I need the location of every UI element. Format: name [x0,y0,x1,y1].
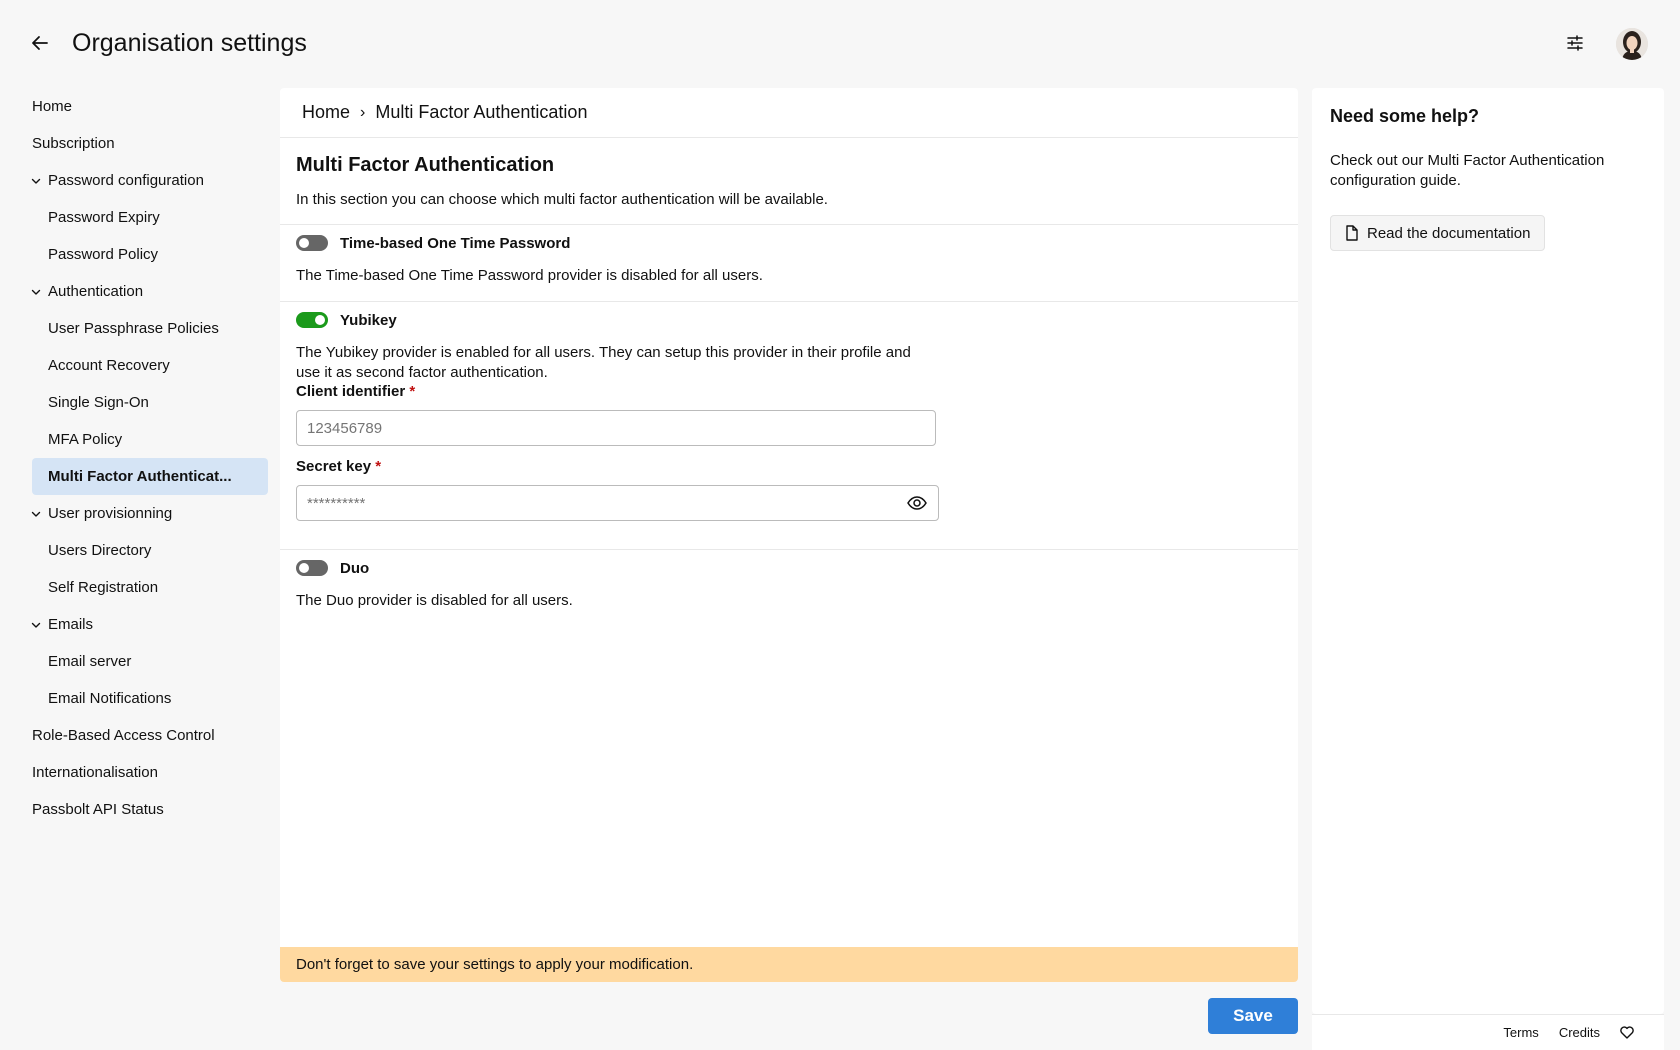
provider-description: The Time-based One Time Password provide… [296,267,763,284]
client-identifier-input[interactable] [296,410,936,446]
sidebar-item-single-sign-on[interactable]: Single Sign-On [24,384,268,421]
sidebar-item-label: Email Notifications [48,690,172,707]
credits-link[interactable]: Credits [1559,1025,1600,1040]
sidebar-item-label: Password configuration [48,172,204,189]
sidebar-item-label: Subscription [32,135,115,152]
page-title: Organisation settings [72,29,307,57]
client-identifier-label: Client identifier * [296,383,1282,400]
divider [280,549,1298,550]
avatar[interactable] [1616,28,1648,60]
sidebar-item-user-provisionning[interactable]: User provisionning [24,495,268,532]
heart-icon[interactable] [1620,1026,1634,1039]
chevron-down-icon[interactable] [31,509,41,519]
sidebar-item-label: Single Sign-On [48,394,149,411]
sidebar-item-password-expiry[interactable]: Password Expiry [24,199,268,236]
sidebar-item-email-server[interactable]: Email server [24,643,268,680]
secret-key-label-text: Secret key [296,458,372,475]
read-documentation-button[interactable]: Read the documentation [1330,215,1546,251]
breadcrumb-current[interactable]: Multi Factor Authentication [375,102,587,123]
sidebar-item-user-passphrase-policies[interactable]: User Passphrase Policies [24,310,268,347]
eye-icon[interactable] [907,494,927,512]
sidebar-item-emails[interactable]: Emails [24,606,268,643]
section-title: Multi Factor Authentication [296,154,555,176]
provider-name: Time-based One Time Password [340,234,571,252]
sidebar-item-label: Home [32,98,73,115]
sidebar-item-self-registration[interactable]: Self Registration [24,569,268,606]
chevron-down-icon[interactable] [31,176,41,186]
client-identifier-label-text: Client identifier [296,383,406,400]
read-documentation-label: Read the documentation [1367,224,1531,242]
top-bar: Organisation settings [0,0,1680,88]
chevron-down-icon[interactable] [31,620,41,630]
sidebar-item-label: Email server [48,653,132,670]
duo-toggle[interactable] [296,560,328,576]
sidebar-item-password-policy[interactable]: Password Policy [24,236,268,273]
sidebar-item-label: Multi Factor Authenticat... [48,468,232,485]
secret-key-field [296,485,939,521]
sidebar-item-label: Authentication [48,283,144,300]
sidebar-item-label: User provisionning [48,505,173,522]
sidebar-item-home[interactable]: Home [24,88,268,125]
sidebar-item-password-configuration[interactable]: Password configuration [24,162,268,199]
sidebar-item-subscription[interactable]: Subscription [24,125,268,162]
sidebar-item-internationalisation[interactable]: Internationalisation [24,754,268,791]
sidebar-item-label: User Passphrase Policies [48,320,219,337]
sidebar-item-passbolt-api-status[interactable]: Passbolt API Status [24,791,268,828]
terms-link[interactable]: Terms [1503,1025,1538,1040]
sidebar: Home Subscription Password configuration Pa… [24,88,268,828]
section-description: In this section you can choose which mul… [296,191,828,208]
sidebar-item-users-directory[interactable]: Users Directory [24,532,268,569]
provider-name: Duo [340,559,370,577]
sidebar-item-authentication[interactable]: Authentication [24,273,268,310]
sidebar-item-email-notifications[interactable]: Email Notifications [24,680,268,717]
sidebar-item-label: Internationalisation [32,764,158,781]
main-panel: Home › Multi Factor Authentication Multi… [280,88,1298,982]
user-avatar-icon [1616,28,1648,60]
breadcrumb-separator: › [360,103,366,121]
arrow-left-icon[interactable] [30,33,50,53]
sidebar-item-label: Role-Based Access Control [32,727,215,744]
breadcrumb: Home › Multi Factor Authentication [280,88,1298,138]
save-warning-banner: Don't forget to save your settings to ap… [280,947,1298,982]
sidebar-item-account-recovery[interactable]: Account Recovery [24,347,268,384]
sidebar-item-label: Self Registration [48,579,159,596]
divider [280,224,1298,225]
sidebar-item-label: Emails [48,616,94,633]
required-mark: * [375,458,382,475]
sidebar-item-role-based-access-control[interactable]: Role-Based Access Control [24,717,268,754]
footer: Terms Credits [1312,1014,1664,1050]
provider-yubikey: Yubikey The Yubikey provider is enabled … [280,311,1298,521]
save-button[interactable]: Save [1208,998,1298,1034]
secret-key-input[interactable] [296,485,939,521]
chevron-down-icon[interactable] [31,287,41,297]
sidebar-item-label: Password Expiry [48,209,160,226]
provider-description: The Duo provider is disabled for all use… [296,592,573,609]
sidebar-item-label: Passbolt API Status [32,801,164,818]
help-text: Check out our Multi Factor Authenticatio… [1330,152,1605,189]
help-panel: Need some help? Check out our Multi Fact… [1312,88,1664,1014]
provider-totp: Time-based One Time Password The Time-ba… [280,234,1298,286]
sliders-icon[interactable] [1565,33,1585,53]
help-title: Need some help? [1330,106,1480,126]
sidebar-item-label: Account Recovery [48,357,170,374]
sidebar-item-label: Password Policy [48,246,159,263]
yubikey-toggle[interactable] [296,312,328,328]
document-icon [1346,225,1358,241]
sidebar-item-label: MFA Policy [48,431,123,448]
provider-description: The Yubikey provider is enabled for all … [296,344,911,381]
sidebar-item-mfa-policy[interactable]: MFA Policy [24,421,268,458]
secret-key-label: Secret key * [296,458,1282,475]
breadcrumb-home[interactable]: Home [302,102,350,123]
totp-toggle[interactable] [296,235,328,251]
required-mark: * [409,383,416,400]
sidebar-item-label: Users Directory [48,542,152,559]
provider-name: Yubikey [340,311,397,329]
divider [280,301,1298,302]
sidebar-item-multi-factor-authenticat[interactable]: Multi Factor Authenticat... [32,458,268,495]
provider-duo: Duo The Duo provider is disabled for all… [280,559,1298,611]
